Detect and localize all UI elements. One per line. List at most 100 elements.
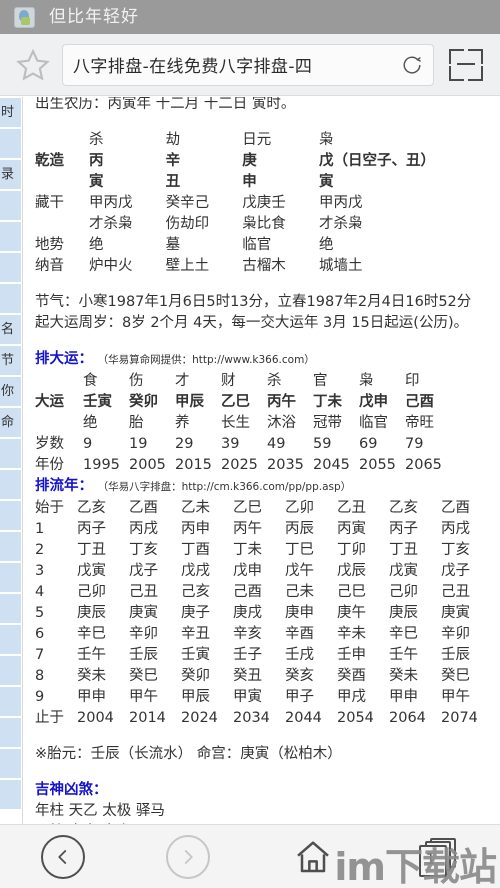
sidebar-item[interactable] xyxy=(0,190,22,221)
liunian-cell: 甲戌 xyxy=(337,689,366,705)
row-label xyxy=(35,413,83,434)
sidebar-item[interactable]: 你 xyxy=(0,376,22,407)
browser-nav-bar: 1 im下载站 xyxy=(0,824,500,888)
table-row: 8 癸未 癸巳 癸卯 癸丑 癸亥 癸酉 癸未 癸巳 xyxy=(35,666,493,687)
liunian-cell: 己丑 xyxy=(129,584,158,600)
dayun-year-7: 2055 xyxy=(359,457,396,473)
liunian-cell: 甲申 xyxy=(77,689,106,705)
liunian-cell: 己未 xyxy=(285,584,314,600)
dayun-ganzhi-5: 丙午 xyxy=(267,394,296,410)
table-row: 岁数 9 19 29 39 49 59 69 79 xyxy=(35,434,451,455)
liunian-cell: 壬子 xyxy=(233,647,262,663)
sidebar-item[interactable] xyxy=(0,283,22,314)
jieqi-line: 节气：小寒1987年1月6日5时13分，立春1987年2月4日16时52分 xyxy=(35,294,472,310)
ten-god-day: 日元 xyxy=(242,132,272,148)
row-index: 6 xyxy=(35,626,45,642)
liunian-end-4: 2034 xyxy=(233,710,270,726)
dayun-god-4: 财 xyxy=(221,373,236,389)
tab-count: 1 xyxy=(425,849,436,868)
liunian-cell: 庚戌 xyxy=(233,605,262,621)
sidebar-item[interactable] xyxy=(0,686,22,717)
sidebar-item[interactable]: 节 xyxy=(0,345,22,376)
fullscreen-corner-br xyxy=(468,65,483,81)
fullscreen-corner-bl xyxy=(449,65,464,81)
liunian-cell: 癸酉 xyxy=(337,668,366,684)
liunian-cell: 庚申 xyxy=(285,605,314,621)
sidebar-item[interactable] xyxy=(0,252,22,283)
sidebar-item[interactable]: 命 xyxy=(0,407,22,438)
table-row: 年份 1995 2005 2015 2025 2035 2045 2055 20… xyxy=(35,455,451,476)
sidebar-item[interactable] xyxy=(0,717,22,748)
liunian-start-label: 始于 xyxy=(35,500,64,516)
nayin-day: 古榴木 xyxy=(242,258,286,274)
dayun-stage-4: 长生 xyxy=(221,415,250,431)
reload-icon[interactable] xyxy=(401,54,423,76)
sidebar-item[interactable] xyxy=(0,748,22,779)
sidebar-item[interactable] xyxy=(0,469,22,500)
liunian-cell: 壬午 xyxy=(77,647,106,663)
strength-month: 墓 xyxy=(165,237,181,253)
ten-god-hour: 枭 xyxy=(318,132,334,148)
row-index: 5 xyxy=(35,605,45,621)
liunian-cell: 戊申 xyxy=(233,563,262,579)
sidebar-item[interactable] xyxy=(0,593,22,624)
table-row: 始于 乙亥 乙酉 乙未 乙巳 乙卯 乙丑 乙亥 乙酉 xyxy=(35,498,493,519)
liunian-cell: 丁卯 xyxy=(337,542,366,558)
row-label xyxy=(35,172,89,193)
forward-button[interactable] xyxy=(125,825,250,888)
hidden-stems-label: 藏干 xyxy=(35,195,64,211)
sidebar-item[interactable] xyxy=(0,221,22,252)
address-bar[interactable]: 八字排盘-在线免费八字排盘-四 xyxy=(62,43,434,86)
star-icon[interactable] xyxy=(14,46,52,84)
status-title-bar: 但比年轻好 xyxy=(0,0,500,34)
liunian-end-5: 2044 xyxy=(285,710,322,726)
sidebar-item[interactable] xyxy=(0,624,22,655)
dayun-year-3: 2015 xyxy=(175,457,212,473)
liunian-end-8: 2074 xyxy=(441,710,478,726)
dayun-age-2: 19 xyxy=(129,436,148,452)
gender-label: 乾造 xyxy=(35,153,64,169)
liunian-cell: 己酉 xyxy=(233,584,262,600)
age-label: 岁数 xyxy=(35,436,64,452)
back-button[interactable] xyxy=(0,825,125,888)
liunian-cell: 辛巳 xyxy=(77,626,106,642)
home-button[interactable] xyxy=(250,825,375,888)
sidebar-item[interactable] xyxy=(0,500,22,531)
liunian-start-1: 乙亥 xyxy=(77,500,106,516)
table-row: 止于 2004 2014 2024 2034 2044 2054 2064 20… xyxy=(35,708,493,729)
dayun-god-2: 伤 xyxy=(129,373,144,389)
stem-year: 丙 xyxy=(88,153,104,169)
sidebar-item[interactable] xyxy=(0,779,22,810)
web-page-viewport[interactable]: 时 录 名 节 你 命 出生农历：丙寅年 十二月 十二日 寅时。 杀 劫 日元 … xyxy=(0,97,500,825)
row-index: 1 xyxy=(35,521,45,537)
sidebar-item[interactable] xyxy=(0,562,22,593)
liunian-cell: 辛巳 xyxy=(389,626,418,642)
liunian-cell: 庚寅 xyxy=(129,605,158,621)
sidebar-item[interactable]: 名 xyxy=(0,314,22,345)
dayun-god-5: 杀 xyxy=(267,373,282,389)
dayun-stage-8: 帝旺 xyxy=(405,415,434,431)
sidebar-item[interactable] xyxy=(0,438,22,469)
forward-icon xyxy=(165,834,210,879)
table-row: 大运 壬寅 癸卯 甲辰 乙巳 丙午 丁未 戊申 己酉 xyxy=(35,392,451,413)
sidebar-item[interactable] xyxy=(0,531,22,562)
hidden-god-hour: 才杀枭 xyxy=(318,216,363,232)
row-index: 4 xyxy=(35,584,45,600)
sidebar-item[interactable]: 时 xyxy=(0,97,22,128)
liunian-cell: 戊子 xyxy=(129,563,158,579)
dayun-ganzhi-7: 戊申 xyxy=(359,394,388,410)
liunian-cell: 辛亥 xyxy=(233,626,262,642)
liunian-source: （华易八字排盘：http://cm.k366.com/pp/pp.asp） xyxy=(97,481,352,493)
dayun-god-3: 才 xyxy=(175,373,190,389)
tabs-button[interactable]: 1 xyxy=(375,825,500,888)
liunian-cell: 癸巳 xyxy=(129,668,158,684)
dayun-ganzhi-2: 癸卯 xyxy=(129,394,158,410)
sidebar-item[interactable]: 录 xyxy=(0,159,22,190)
sidebar-item[interactable] xyxy=(0,655,22,686)
liunian-cell: 庚寅 xyxy=(441,605,470,621)
liunian-cell: 己亥 xyxy=(181,584,210,600)
fullscreen-icon[interactable] xyxy=(446,47,486,83)
sidebar-item[interactable] xyxy=(0,128,22,159)
taiyuan-minggong-line: ※胎元：壬辰（长流水） 命宫：庚寅（松柏木） xyxy=(35,746,342,762)
